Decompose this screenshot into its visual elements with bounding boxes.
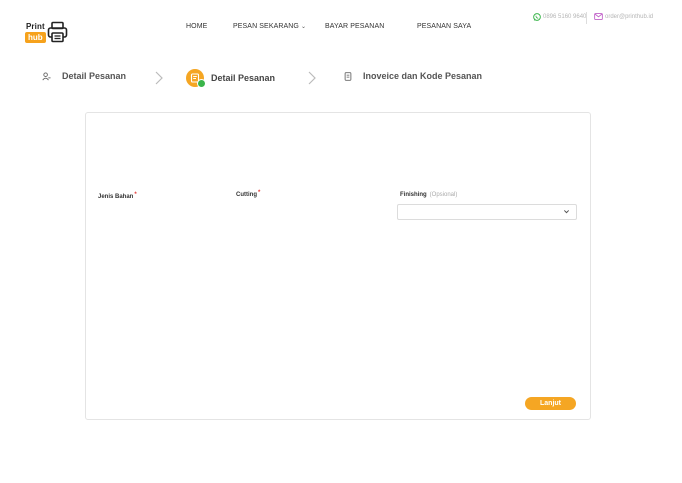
material-field-label: Jenis Bahan* — [98, 192, 137, 200]
whatsapp-icon — [533, 13, 541, 21]
brand-word-hub: hub — [25, 32, 46, 43]
brand-logo[interactable]: Print hub — [24, 19, 70, 45]
chevron-right-icon — [308, 71, 316, 85]
order-form-card: Jenis Bahan* Cutting* Finishing (Opsional… — [85, 112, 591, 420]
step-detail-pesanan-1[interactable]: Detail Pesanan — [42, 71, 126, 81]
printer-icon — [47, 21, 68, 43]
invoice-icon — [344, 71, 352, 81]
nav-order-now[interactable]: PESAN SEKARANG ⌄ — [233, 23, 306, 30]
cutting-label-text: Cutting — [236, 192, 257, 198]
mail-icon — [594, 13, 603, 20]
step-label-3: Inoveice dan Kode Pesanan — [363, 71, 483, 81]
user-icon — [42, 71, 51, 80]
optional-hint: (Opsional) — [429, 192, 458, 198]
step-label-1: Detail Pesanan — [62, 71, 127, 81]
contact-phone-text: 0896 5160 9640 — [543, 14, 587, 20]
next-button[interactable]: Lanjut — [525, 397, 576, 410]
step-label-2: Detail Pesanan — [211, 73, 276, 83]
contact-email-text: order@printhub.id — [605, 13, 654, 20]
contact-divider — [586, 12, 587, 24]
nav-my-orders[interactable]: PESANAN SAYA — [417, 23, 471, 30]
material-label-text: Jenis Bahan — [98, 194, 134, 200]
nav-order-now-label: PESAN SEKARANG — [233, 23, 299, 30]
step-invoice[interactable]: Inoveice dan Kode Pesanan — [344, 71, 482, 81]
brand-word-print: Print — [26, 22, 45, 31]
chevron-down-icon — [563, 210, 570, 214]
required-mark: * — [134, 192, 137, 198]
nav-pay[interactable]: BAYAR PESANAN — [325, 23, 384, 30]
contact-email[interactable]: order@printhub.id — [594, 13, 653, 20]
document-check-icon — [186, 69, 206, 88]
cutting-field-label: Cutting* — [236, 190, 261, 198]
nav-home[interactable]: HOME — [186, 23, 207, 30]
check-badge-icon — [197, 79, 206, 88]
required-mark: * — [258, 190, 261, 196]
chevron-right-icon — [155, 71, 163, 85]
chevron-down-icon: ⌄ — [300, 24, 307, 30]
step-detail-pesanan-2[interactable]: Detail Pesanan — [186, 69, 276, 88]
finishing-label-text: Finishing — [400, 192, 427, 198]
contact-phone[interactable]: 0896 5160 9640 — [533, 13, 586, 21]
finishing-field-label: Finishing (Opsional) — [400, 192, 457, 198]
finishing-select[interactable] — [397, 204, 577, 220]
